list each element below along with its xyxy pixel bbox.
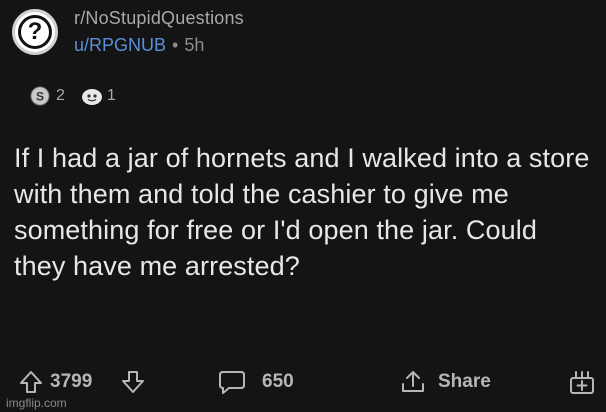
action-bar: 3799 650 Share xyxy=(0,362,606,402)
downvote-arrow-icon xyxy=(122,371,144,393)
helpful-award-icon xyxy=(81,86,102,106)
silver-award-count: 2 xyxy=(56,87,65,104)
upvote-arrow-icon xyxy=(20,371,42,393)
comments-button[interactable]: 650 xyxy=(218,362,294,402)
subreddit-avatar[interactable]: ? xyxy=(12,9,58,55)
downvote-button[interactable] xyxy=(120,362,146,402)
post-title[interactable]: If I had a jar of hornets and I walked i… xyxy=(14,140,594,284)
subreddit-name[interactable]: r/NoStupidQuestions xyxy=(74,8,244,29)
helpful-award-count: 1 xyxy=(106,87,116,104)
share-button[interactable]: Share xyxy=(400,362,491,402)
give-award-button[interactable] xyxy=(568,362,596,402)
share-label: Share xyxy=(438,371,491,392)
author-username[interactable]: u/RPGNUB xyxy=(74,35,166,56)
silver-award-icon: S xyxy=(30,86,50,106)
comment-count: 650 xyxy=(262,371,294,392)
awards-row[interactable]: S 2 1 xyxy=(30,86,126,106)
share-icon xyxy=(402,371,424,392)
imgflip-watermark: imgflip.com xyxy=(6,396,67,410)
gift-award-icon xyxy=(570,371,594,394)
author-line: u/RPGNUB • 5h xyxy=(74,35,244,56)
comment-bubble-icon xyxy=(219,371,245,394)
post-time: 5h xyxy=(184,35,205,55)
post-card: ? r/NoStupidQuestions u/RPGNUB • 5h S 2 xyxy=(0,0,606,412)
question-mark-icon: ? xyxy=(18,15,52,49)
meta-separator: • xyxy=(172,35,179,55)
svg-text:S: S xyxy=(36,90,44,104)
post-header: ? r/NoStupidQuestions u/RPGNUB • 5h xyxy=(12,6,244,58)
post-meta: r/NoStupidQuestions u/RPGNUB • 5h xyxy=(74,8,244,56)
